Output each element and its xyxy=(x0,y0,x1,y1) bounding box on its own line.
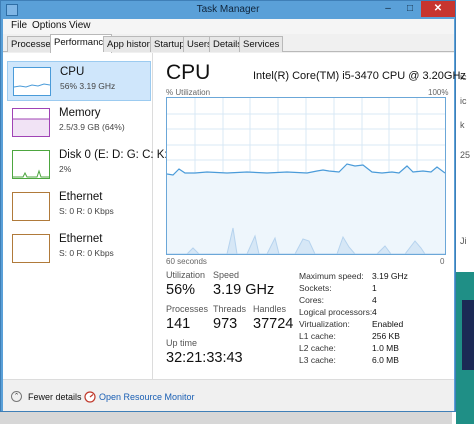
spec-value: 1 xyxy=(372,283,377,293)
spec-label: Logical processors: xyxy=(299,307,373,317)
ethernet-thumbnail-graph xyxy=(12,192,50,221)
fewer-details-button[interactable]: Fewer details xyxy=(28,392,82,402)
uptime-value: 32:21:33:43 xyxy=(166,350,243,366)
utilization-value: 56% xyxy=(166,282,196,298)
zero-percent-label: 0 xyxy=(440,257,445,266)
max-percent-label: 100% xyxy=(428,88,449,97)
open-resource-monitor-link[interactable]: Open Resource Monitor xyxy=(99,392,195,402)
spec-value: Enabled xyxy=(372,319,404,329)
cpu-details: CPU Intel(R) Core(TM) i5-3470 CPU @ 3.20… xyxy=(162,53,466,379)
menu-options[interactable]: Options xyxy=(32,20,66,31)
tab-services[interactable]: Services xyxy=(239,36,284,52)
sidebar-item-memory[interactable]: Memory 2.5/3.9 GB (64%) xyxy=(7,103,151,143)
resource-sidebar: CPU 56% 3.19 GHz Memory 2.5/3.9 GB (64%)… xyxy=(3,53,168,379)
spec-value: 4 xyxy=(372,295,377,305)
minimize-button[interactable]: – xyxy=(377,1,399,17)
menu-file[interactable]: File xyxy=(11,20,27,31)
cpu-model-name: Intel(R) Core(TM) i5-3470 CPU @ 3.20GHz xyxy=(253,70,466,82)
bg-fragment: ic xyxy=(460,96,467,106)
time-window-label: 60 seconds xyxy=(166,257,207,266)
disk-thumbnail-graph xyxy=(12,150,50,179)
spec-value: 256 KB xyxy=(372,331,400,341)
sidebar-item-cpu[interactable]: CPU 56% 3.19 GHz xyxy=(7,61,151,101)
spec-label: Cores: xyxy=(299,295,325,305)
spec-value: 1.0 MB xyxy=(372,343,399,353)
sidebar-item-label: Memory xyxy=(59,107,101,119)
close-button[interactable]: ✕ xyxy=(421,1,455,17)
tab-bar: Processes Performance App history Startu… xyxy=(3,34,454,53)
bg-fragment: 25 xyxy=(460,150,471,160)
sidebar-item-ethernet-1[interactable]: Ethernet S: 0 R: 0 Kbps xyxy=(7,187,151,227)
title-bar[interactable]: Task Manager – □ ✕ xyxy=(1,1,455,19)
spec-label: L2 cache: xyxy=(299,343,336,353)
performance-panel: CPU 56% 3.19 GHz Memory 2.5/3.9 GB (64%)… xyxy=(3,53,466,379)
sidebar-item-detail: 56% 3.19 GHz xyxy=(60,81,116,91)
spec-value: 6.0 MB xyxy=(372,355,399,365)
sidebar-item-label: CPU xyxy=(60,66,85,78)
ethernet-thumbnail-graph xyxy=(12,234,50,263)
bg-navy-block xyxy=(462,300,474,370)
sidebar-item-detail: S: 0 R: 0 Kbps xyxy=(59,248,114,258)
menu-view[interactable]: View xyxy=(69,20,91,31)
sidebar-item-label: Disk 0 (E: D: G: C: K: xyxy=(59,149,168,161)
sidebar-item-detail: S: 0 R: 0 Kbps xyxy=(59,206,114,216)
resource-monitor-icon[interactable] xyxy=(84,391,96,403)
bg-fragment: k xyxy=(460,120,465,130)
speed-label: Speed xyxy=(213,270,240,280)
chevron-up-icon[interactable]: ⌃ xyxy=(11,391,22,402)
sidebar-item-ethernet-2[interactable]: Ethernet S: 0 R: 0 Kbps xyxy=(7,229,151,269)
spec-value: 3.19 GHz xyxy=(372,271,408,281)
cpu-graph-svg xyxy=(167,98,445,254)
uptime-label: Up time xyxy=(166,338,198,348)
speed-value: 3.19 GHz xyxy=(213,282,275,298)
menu-bar: File Options View xyxy=(3,19,454,34)
spec-label: L1 cache: xyxy=(299,331,336,341)
footer-bar: ⌃ Fewer details Open Resource Monitor xyxy=(3,379,454,411)
spec-label: Maximum speed: xyxy=(299,271,364,281)
handles-label: Handles xyxy=(253,304,287,314)
sidebar-item-detail: 2% xyxy=(59,164,72,174)
memory-thumbnail-graph xyxy=(12,108,50,137)
spec-label: Virtualization: xyxy=(299,319,350,329)
maximize-button[interactable]: □ xyxy=(399,1,421,17)
cpu-utilization-graph xyxy=(166,97,446,255)
sidebar-item-detail: 2.5/3.9 GB (64%) xyxy=(59,122,125,132)
spec-value: 4 xyxy=(372,307,377,317)
threads-label: Threads xyxy=(213,304,247,314)
utilization-label: Utilization xyxy=(166,270,206,280)
processes-label: Processes xyxy=(166,304,209,314)
spec-label: Sockets: xyxy=(299,283,332,293)
processes-value: 141 xyxy=(166,316,191,332)
task-manager-window: Task Manager – □ ✕ File Options View Pro… xyxy=(0,0,466,412)
cpu-thumbnail-graph xyxy=(13,67,51,96)
utilization-axis-label: % Utilization xyxy=(166,88,211,97)
spec-label: L3 cache: xyxy=(299,355,336,365)
sidebar-item-label: Ethernet xyxy=(59,233,103,245)
threads-value: 973 xyxy=(213,316,238,332)
cpu-heading: CPU xyxy=(166,61,211,84)
sidebar-item-disk[interactable]: Disk 0 (E: D: G: C: K: 2% xyxy=(7,145,168,185)
sidebar-item-label: Ethernet xyxy=(59,191,103,203)
handles-value: 37724 xyxy=(253,316,294,332)
window-client: File Options View Processes Performance … xyxy=(3,19,466,411)
bg-fragment: Ji xyxy=(460,236,467,246)
